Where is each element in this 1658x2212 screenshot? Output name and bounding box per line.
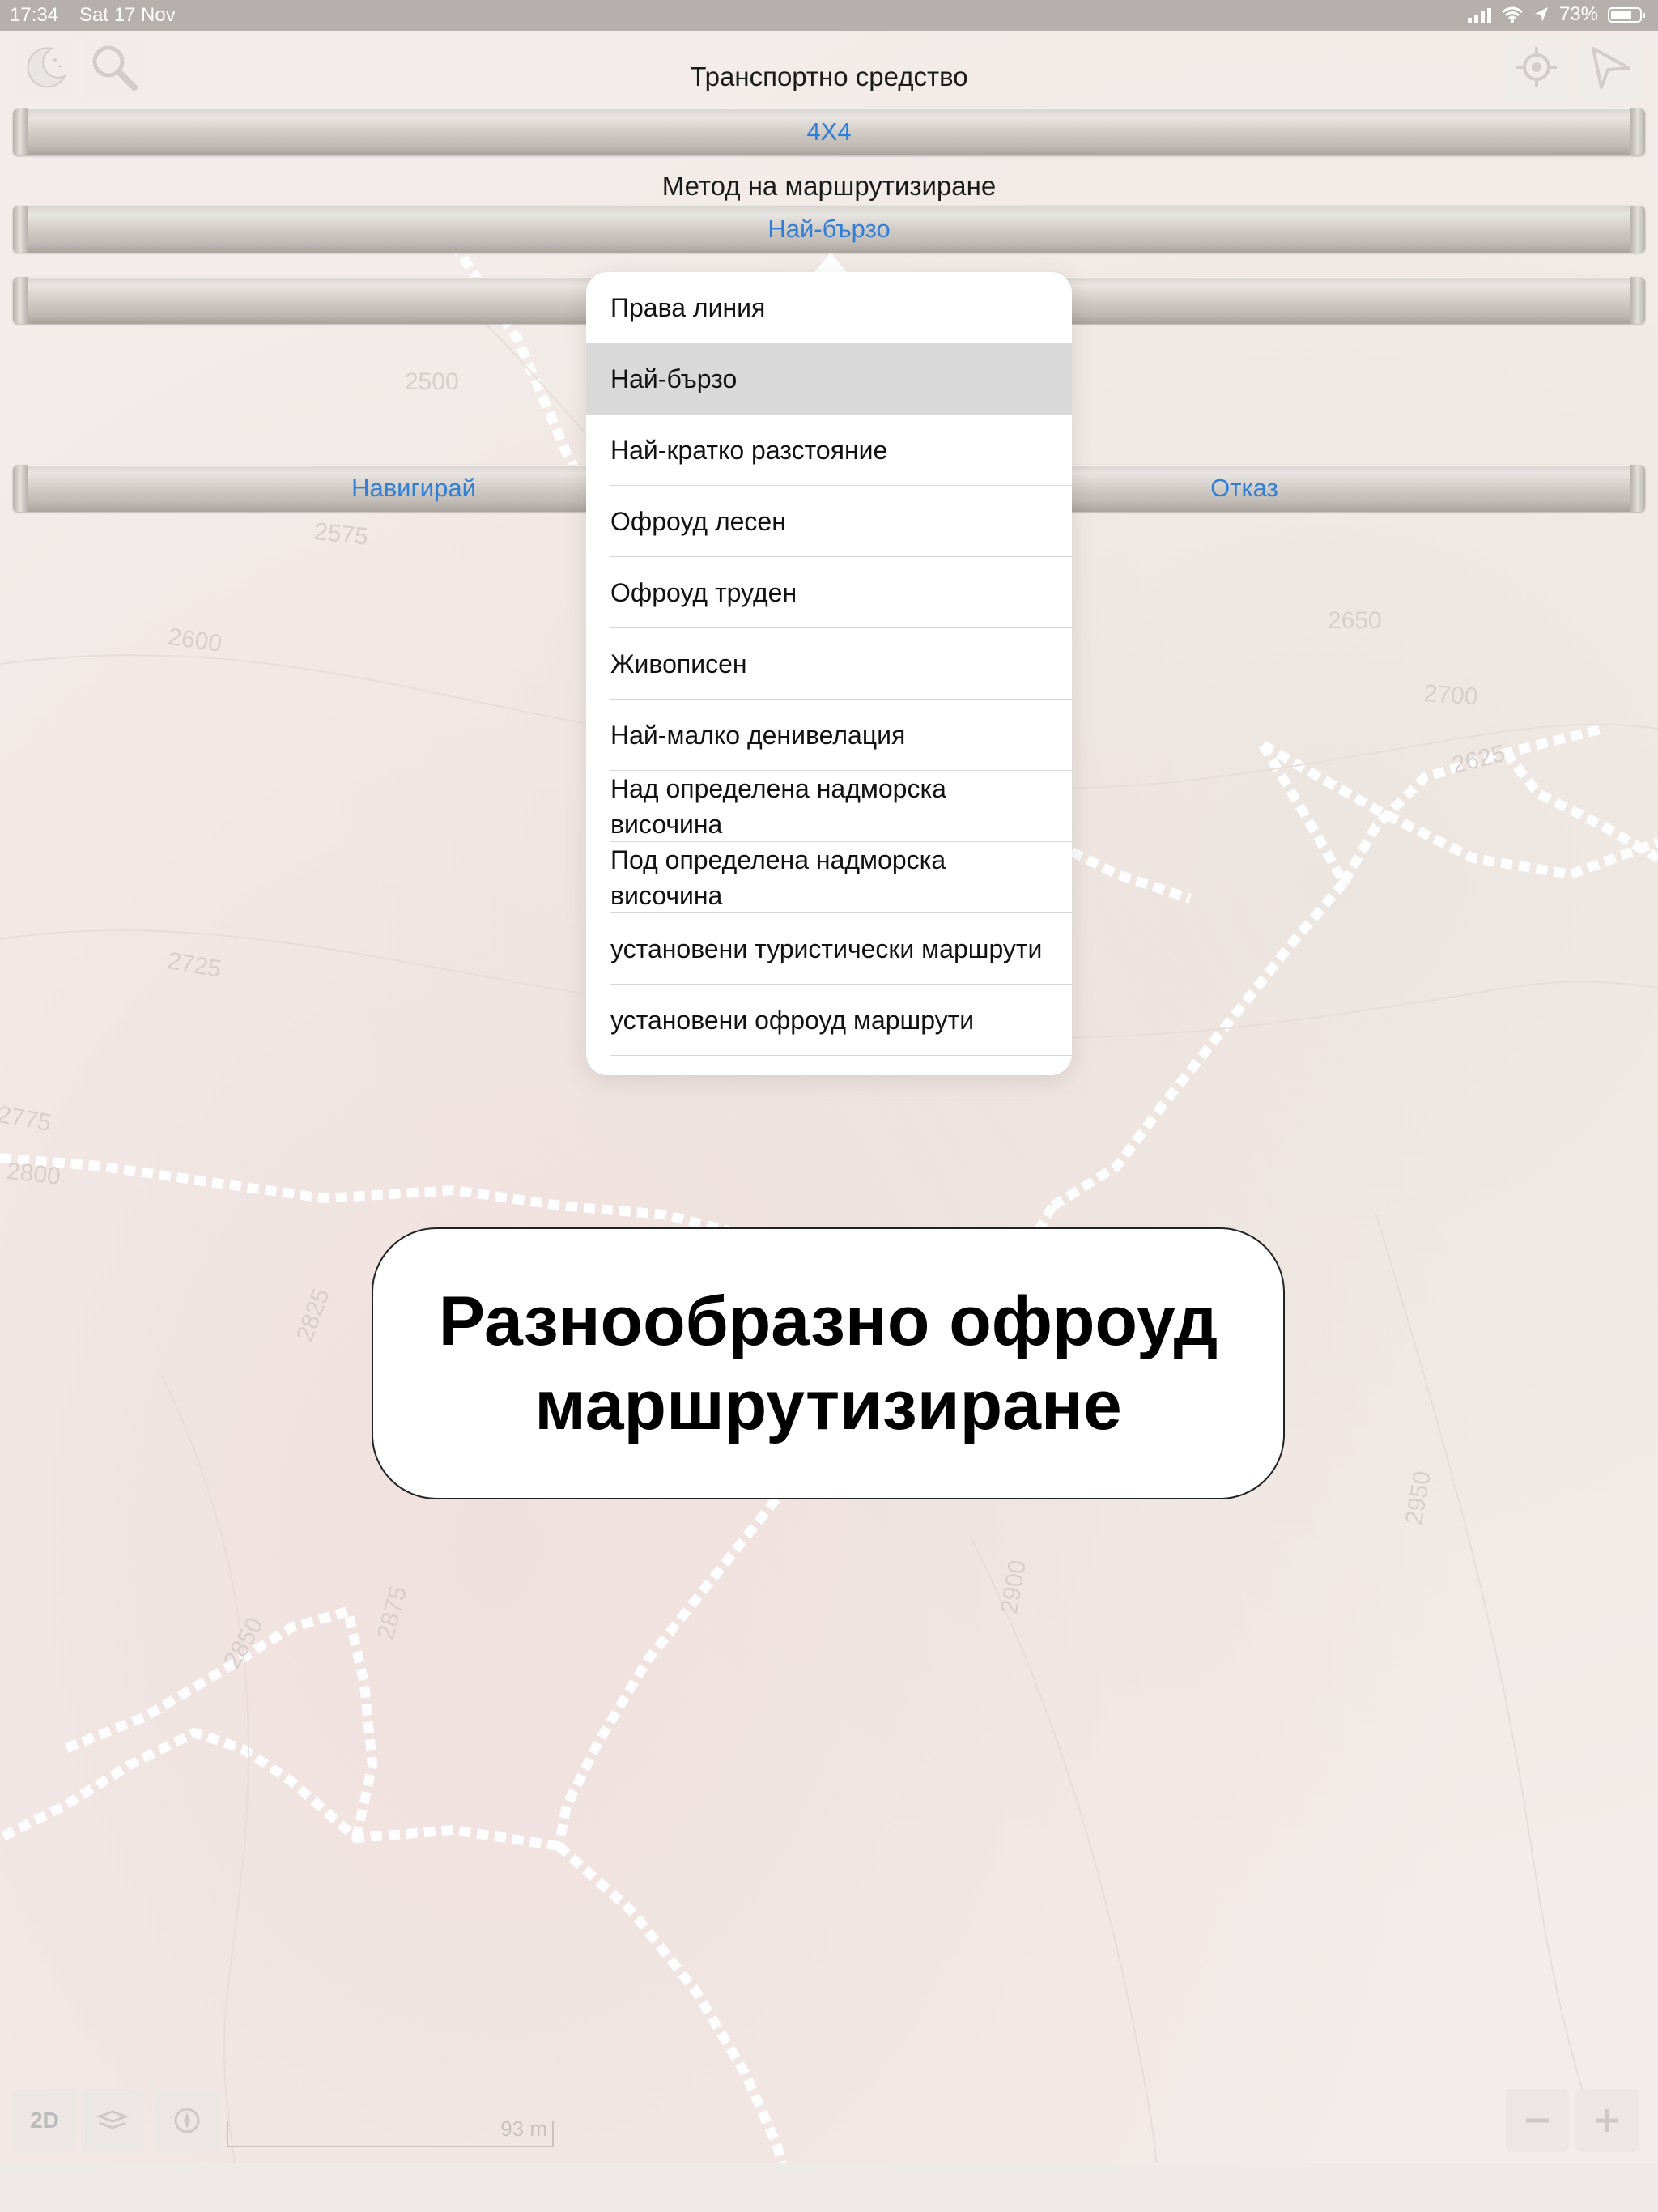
battery-icon [1608,6,1645,23]
bar-cap-left [13,108,28,155]
plus-icon [1596,2109,1618,2132]
routing-method-label: Метод на маршрутизиране [661,171,997,201]
zoom-in-button[interactable] [1575,2089,1639,2152]
bar-cap-left [13,277,28,324]
map-scale: 93 m [227,2116,554,2147]
compass-icon [174,2108,200,2133]
vehicle-value: 4X4 [806,117,852,146]
promo-caption-line: Разнообразно офроуд [438,1283,1218,1360]
layers-button[interactable] [81,2089,144,2152]
routing-option[interactable]: установени туристически маршрути [586,913,1072,985]
contour-label: 2700 [1422,680,1479,711]
view-mode-button[interactable]: 2D [13,2089,76,2152]
contour-label: 2650 [1328,607,1382,634]
status-time: 17:34 [10,4,59,26]
vehicle-label: Транспортно средство [690,62,968,91]
bar-cap-right [1630,108,1645,155]
routing-option[interactable]: Най-малко денивелация [586,700,1072,771]
contour-label: 2800 [5,1158,62,1190]
bottom-strip [0,2163,1658,2212]
wifi-icon [1501,6,1523,23]
vehicle-selector[interactable]: 4X4 [13,108,1645,155]
layers-icon [96,2110,129,2129]
routing-option[interactable]: Под определена надморска височина [586,842,1072,913]
bar-cap-left [13,206,28,253]
battery-fill [1611,10,1631,19]
contour-label: 2500 [405,368,459,395]
bar-cap-right [1630,277,1645,324]
routing-option[interactable]: Живописен [586,628,1072,700]
scale-label: 93 m [500,2116,547,2141]
routing-option[interactable]: Най-кратко разстояние [586,415,1072,486]
compass-button[interactable] [155,2089,219,2152]
status-indicators: 73% [1467,3,1645,26]
routing-option[interactable]: Над определена надморска височина [586,771,1072,842]
promo-caption-text: Разнообразно офроуд маршрутизиране [439,1279,1218,1448]
battery-percent: 73% [1558,3,1598,25]
status-bar: 17:34 Sat 17 Nov 73% [0,0,1658,31]
routing-option[interactable]: Най-бързо [586,343,1072,415]
zoom-out-button[interactable] [1506,2089,1569,2152]
routing-option[interactable]: Офроуд труден [586,557,1072,628]
routing-option[interactable]: установени офроуд маршрути [586,985,1072,1056]
routing-option[interactable]: Права линия [586,272,1072,343]
routing-option[interactable]: Офроуд лесен [586,486,1072,557]
contour-label: 2575 [312,518,370,551]
status-date: Sat 17 Nov [79,4,176,26]
routing-method-list: Права линия Най-бързо Най-кратко разстоя… [586,272,1072,1056]
location-arrow-icon [1534,7,1548,22]
promo-caption-line: маршрутизиране [534,1367,1122,1444]
promo-caption: Разнообразно офроуд маршрутизиране [372,1227,1285,1499]
signal-icon [1467,6,1491,23]
minus-icon [1526,2118,1549,2123]
popover-arrow [814,253,847,272]
routing-method-value: Най-бързо [767,215,891,243]
bar-cap-right [1630,206,1645,253]
routing-method-popover: Права линия Най-бързо Най-кратко разстоя… [586,272,1072,1075]
routing-method-selector[interactable]: Най-бързо [13,206,1645,253]
bar-cap-right [1630,465,1645,512]
